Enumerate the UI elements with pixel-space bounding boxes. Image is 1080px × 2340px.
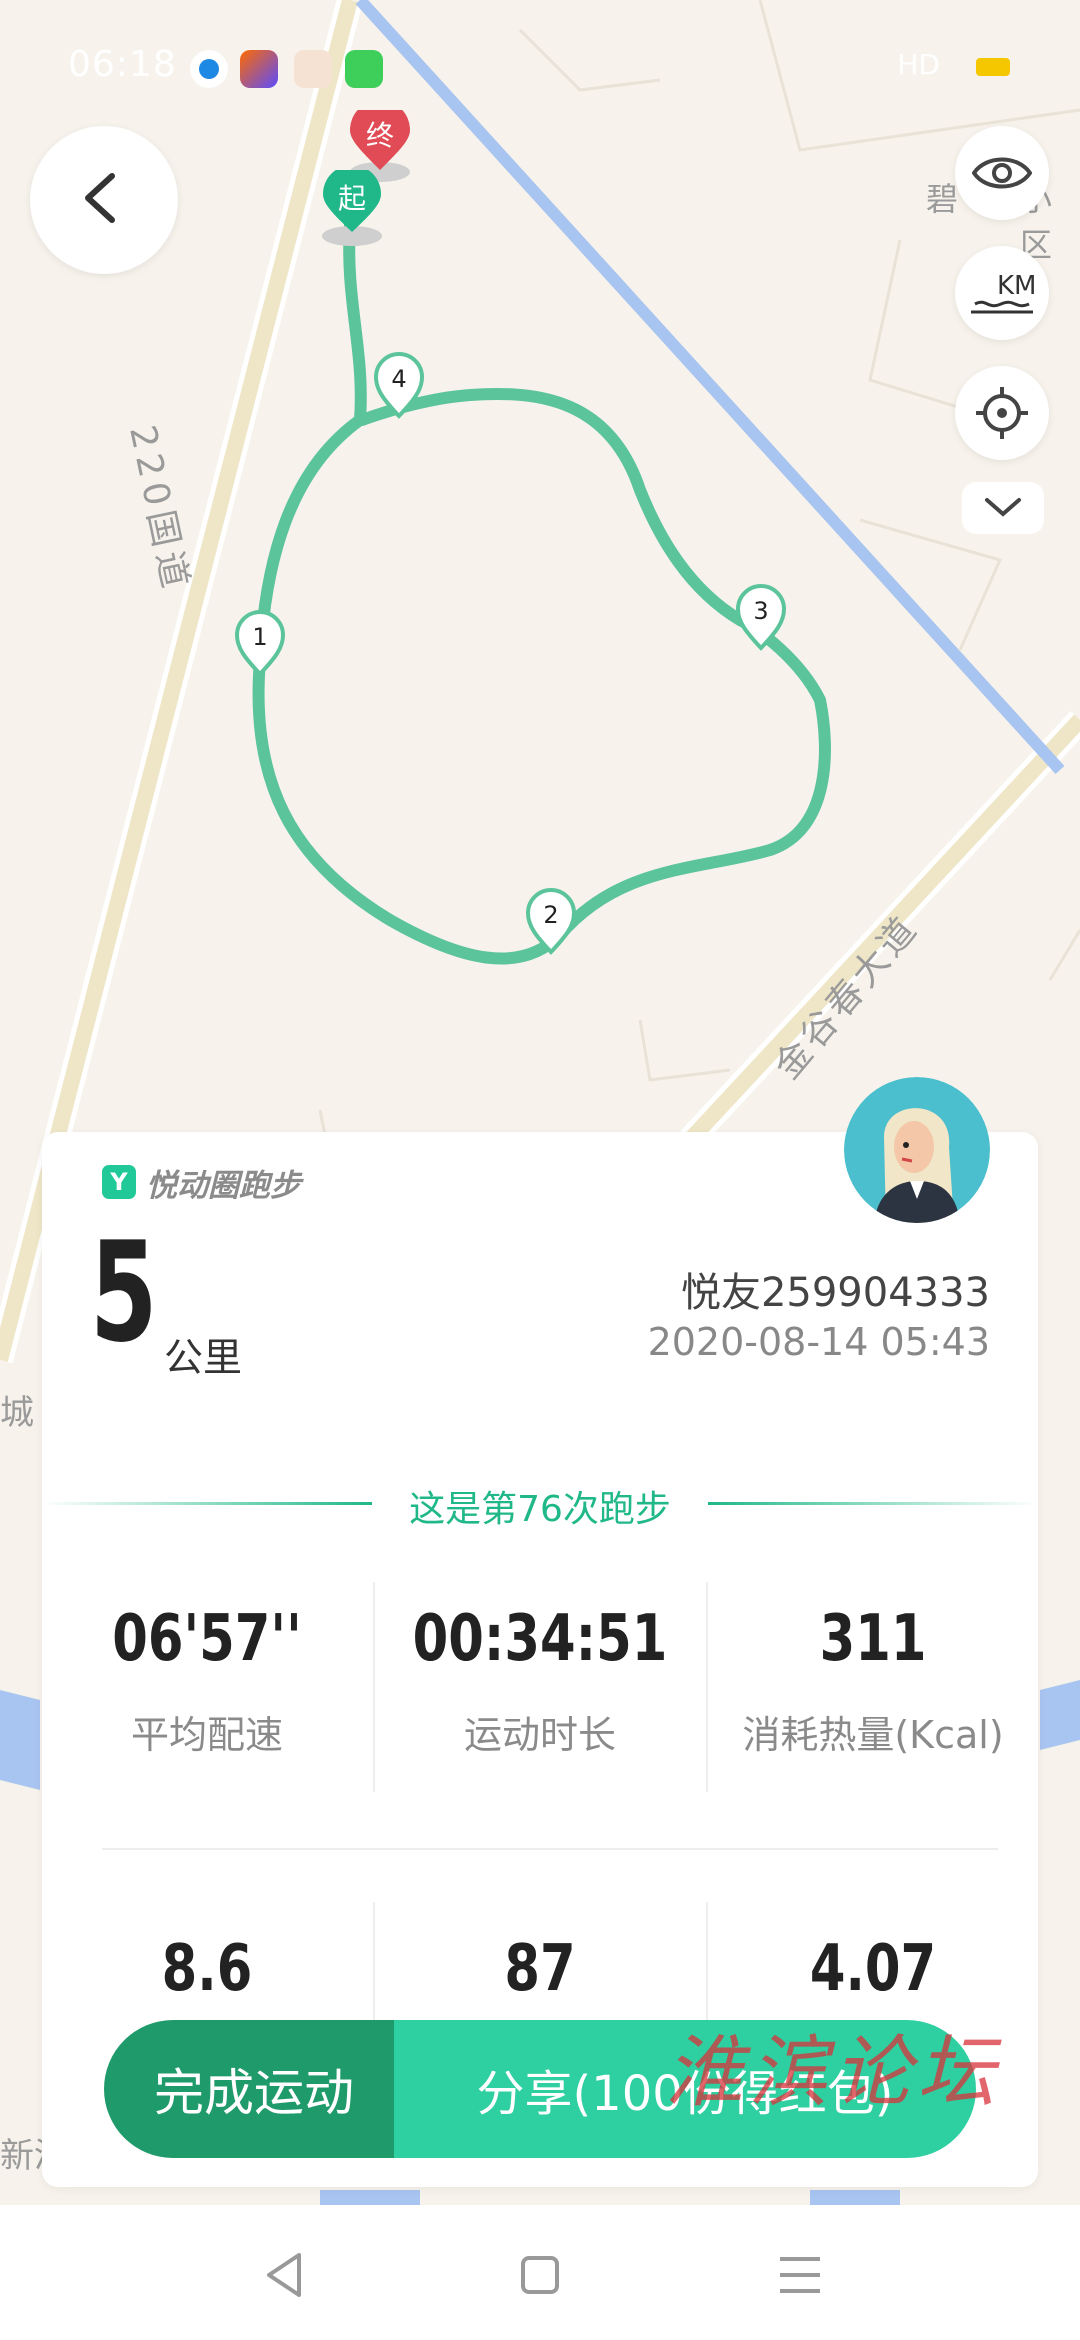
nav-menu-icon[interactable] xyxy=(770,2245,830,2305)
stat-calories: 311 消耗热量(Kcal) xyxy=(708,1602,1038,1759)
stat-label: 消耗热量(Kcal) xyxy=(742,1713,1004,1757)
stat-label: 平均配速 xyxy=(130,1713,283,1757)
status-time: 06:18 xyxy=(68,44,177,85)
app-notification-icon-1 xyxy=(190,50,228,88)
brand-name: 悦动圈跑步 xyxy=(146,1167,301,1204)
svg-text:起: 起 xyxy=(338,182,366,215)
stat-row2-2: 87 xyxy=(375,1932,705,2006)
stat-duration: 00:34:51 运动时长 xyxy=(375,1602,705,1759)
shield-icon xyxy=(345,50,383,88)
eye-icon xyxy=(972,157,1032,189)
stat-value: 8.6 xyxy=(161,1932,253,2006)
stat-value: 06'57'' xyxy=(112,1602,302,1676)
user-name: 悦友259904333 xyxy=(680,1270,990,1316)
row-separator xyxy=(102,1848,998,1850)
distance-value: 5 xyxy=(90,1212,158,1373)
distance-unit: 公里 xyxy=(164,1336,243,1381)
stat-avg-pace: 06'57'' 平均配速 xyxy=(42,1602,372,1759)
system-nav-bar xyxy=(0,2205,1080,2340)
svg-text:2: 2 xyxy=(543,901,558,929)
battery-icon xyxy=(976,58,1010,76)
chevron-left-icon xyxy=(85,173,115,223)
collapse-controls-button[interactable] xyxy=(962,482,1044,534)
locate-icon xyxy=(976,387,1028,439)
svg-text:3: 3 xyxy=(753,597,768,625)
locate-button[interactable] xyxy=(955,366,1049,460)
chevron-down-icon xyxy=(985,498,1021,517)
svg-text:4: 4 xyxy=(391,365,406,393)
status-bar: 06:18 HD xyxy=(0,40,1080,100)
brand-logo-icon: Y xyxy=(102,1165,136,1199)
run-date: 2020-08-14 05:43 xyxy=(647,1320,990,1364)
avatar[interactable] xyxy=(844,1077,990,1223)
visibility-toggle-button[interactable] xyxy=(955,126,1049,220)
km-markers-toggle-button[interactable]: KM xyxy=(955,246,1049,340)
km-marker-3: 3 xyxy=(735,584,787,651)
svg-text:KM: KM xyxy=(997,271,1036,301)
km-marker-4: 4 xyxy=(373,352,425,419)
forum-watermark: 淮滨论坛 xyxy=(665,2028,1002,2118)
run-count-divider: 这是第76次跑步 xyxy=(42,1472,1038,1532)
km-icon: KM xyxy=(971,271,1036,314)
km-marker-1: 1 xyxy=(234,610,286,677)
km-marker-2: 2 xyxy=(525,888,577,955)
stat-value: 87 xyxy=(504,1932,576,2006)
stat-value: 00:34:51 xyxy=(412,1602,668,1676)
stat-row2-3: 4.07 xyxy=(708,1932,1038,2006)
svg-text:终: 终 xyxy=(366,119,394,152)
stat-value: 311 xyxy=(819,1602,927,1676)
nav-back-icon[interactable] xyxy=(255,2245,315,2305)
nav-home-icon[interactable] xyxy=(510,2245,570,2305)
app-notification-icon-3 xyxy=(294,50,332,88)
user-avatar-image xyxy=(844,1077,990,1223)
city-label: 城 xyxy=(0,1393,34,1433)
community-label: 碧 xyxy=(926,180,959,218)
start-marker: 起 xyxy=(322,170,382,246)
svg-text:1: 1 xyxy=(252,623,267,651)
stat-value: 4.07 xyxy=(809,1932,937,2006)
network-indicator: HD xyxy=(897,48,940,81)
app-notification-icon-2 xyxy=(240,50,278,88)
stat-label: 运动时长 xyxy=(463,1713,616,1757)
run-count-text: 这是第76次跑步 xyxy=(409,1489,671,1530)
back-button[interactable] xyxy=(30,126,178,274)
finish-workout-button[interactable]: 完成运动 xyxy=(104,2020,394,2158)
brand: Y 悦动圈跑步 xyxy=(102,1162,301,1204)
stat-row2-1: 8.6 xyxy=(42,1932,372,2006)
